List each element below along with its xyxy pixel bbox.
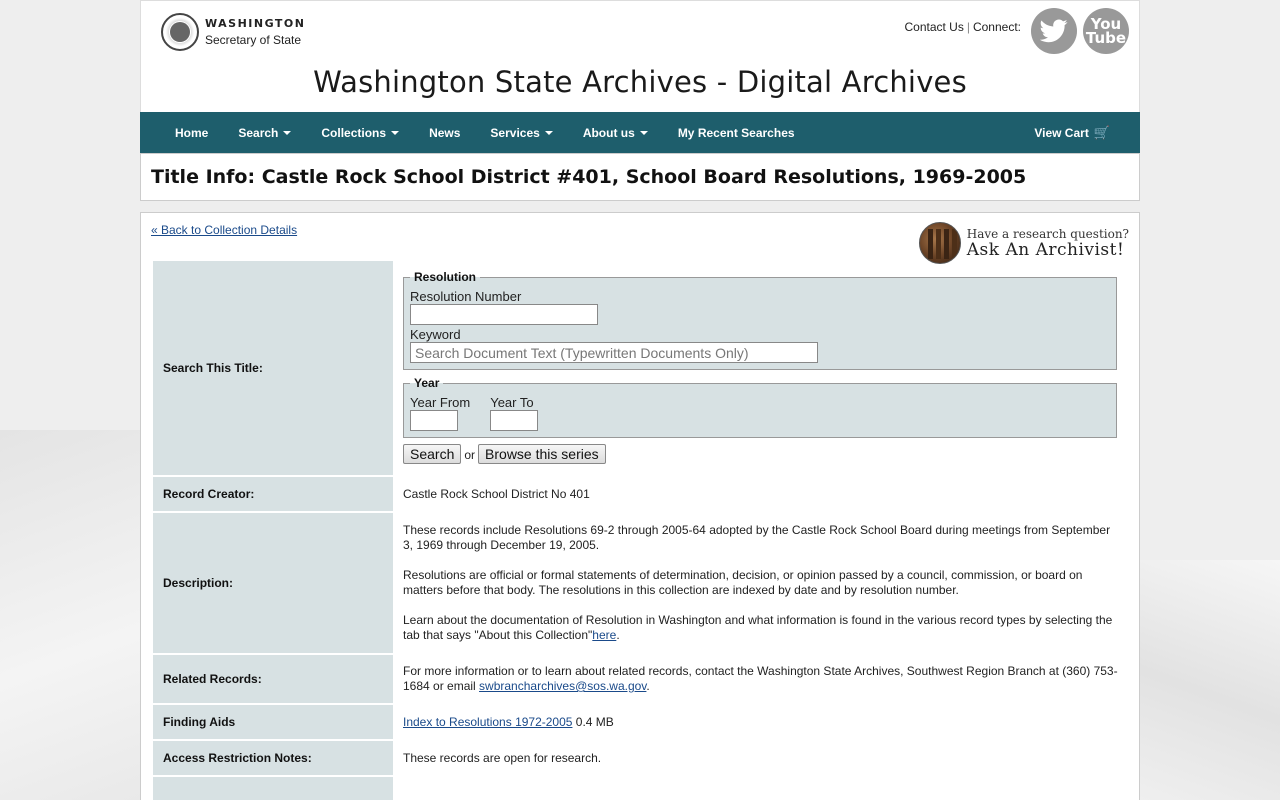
description-paragraph: Learn about the documentation of Resolut… xyxy=(403,613,1113,642)
search-label: Search This Title: xyxy=(153,261,393,475)
browse-series-button[interactable]: Browse this series xyxy=(478,444,606,464)
page-container: WASHINGTON Secretary of State Contact Us… xyxy=(140,0,1140,800)
caret-down-icon xyxy=(639,130,648,135)
description-value: These records include Resolutions 69-2 t… xyxy=(395,513,1127,653)
table-row: Record Creator: Castle Rock School Distr… xyxy=(153,477,1127,511)
archivist-question: Have a research question? xyxy=(966,226,1129,241)
table-row: Description: These records include Resol… xyxy=(153,513,1127,653)
year-fieldset: Year Year From Year To xyxy=(403,376,1117,438)
record-creator-value: Castle Rock School District No 401 xyxy=(395,477,1127,511)
title-box: Title Info: Castle Rock School District … xyxy=(140,153,1140,201)
index-resolutions-link[interactable]: Index to Resolutions 1972-2005 xyxy=(403,715,572,729)
cart-icon: 🛒 xyxy=(1093,125,1110,140)
table-row xyxy=(153,777,1127,800)
connect-label: Connect: xyxy=(972,20,1021,34)
books-icon xyxy=(918,222,961,264)
description-paragraph: Resolutions are official or formal state… xyxy=(403,568,1083,597)
logo-washington: WASHINGTON xyxy=(205,17,306,30)
keyword-label: Keyword xyxy=(410,327,461,342)
back-to-collection-link[interactable]: « Back to Collection Details xyxy=(151,223,297,237)
related-records-value: For more information or to learn about r… xyxy=(395,655,1127,703)
access-restriction-value: These records are open for research. xyxy=(395,741,1127,775)
keyword-input[interactable] xyxy=(410,342,818,363)
top-links: Contact Us | Connect: xyxy=(904,20,1021,34)
or-text: or xyxy=(464,448,476,462)
search-button[interactable]: Search xyxy=(403,444,462,464)
year-from-label: Year From xyxy=(410,395,471,410)
nav-services[interactable]: Services xyxy=(490,126,553,140)
here-link[interactable]: here xyxy=(592,628,616,642)
finding-aids-label: Finding Aids xyxy=(153,705,393,739)
access-restriction-label: Access Restriction Notes: xyxy=(153,741,393,775)
year-from-input[interactable] xyxy=(410,410,458,431)
table-row: Access Restriction Notes: These records … xyxy=(153,741,1127,775)
resolution-legend: Resolution xyxy=(414,270,476,284)
resolution-number-label: Resolution Number xyxy=(410,289,522,304)
caret-down-icon xyxy=(283,130,292,135)
resolution-fieldset: Resolution Resolution Number Keyword xyxy=(403,270,1117,370)
table-row: Search This Title: Resolution Resolution… xyxy=(153,261,1127,475)
nav-collections[interactable]: Collections xyxy=(321,126,400,140)
contact-us-link[interactable]: Contact Us xyxy=(904,20,963,34)
record-creator-label: Record Creator: xyxy=(153,477,393,511)
caret-down-icon xyxy=(544,130,553,135)
site-header: WASHINGTON Secretary of State Contact Us… xyxy=(140,0,1140,112)
main-nav: Home Search Collections News Services Ab… xyxy=(140,112,1140,153)
table-row: Related Records: For more information or… xyxy=(153,655,1127,703)
twitter-button[interactable] xyxy=(1031,8,1077,54)
youtube-button[interactable]: You Tube xyxy=(1083,8,1129,54)
youtube-icon: You Tube xyxy=(1085,15,1127,47)
nav-my-recent-searches[interactable]: My Recent Searches xyxy=(678,126,795,140)
nav-about-us[interactable]: About us xyxy=(583,126,648,140)
resolution-number-input[interactable] xyxy=(410,304,598,325)
site-title: Washington State Archives - Digital Arch… xyxy=(313,65,967,99)
archivist-ask: Ask An Archivist! xyxy=(966,239,1125,260)
nav-search[interactable]: Search xyxy=(238,126,292,140)
year-to-input[interactable] xyxy=(490,410,539,431)
background-shape xyxy=(1140,560,1280,800)
nav-news[interactable]: News xyxy=(429,126,460,140)
description-paragraph: These records include Resolutions 69-2 t… xyxy=(403,523,1111,552)
ask-an-archivist-banner[interactable]: Have a research question? Ask An Archivi… xyxy=(918,222,1129,264)
background-shape xyxy=(0,430,140,800)
title-info-table: Search This Title: Resolution Resolution… xyxy=(151,259,1129,800)
file-size: 0.4 MB xyxy=(572,714,614,729)
related-records-label: Related Records: xyxy=(153,655,393,703)
search-form: Resolution Resolution Number Keyword Yea… xyxy=(395,261,1127,475)
logo-secretary-of-state: Secretary of State xyxy=(205,33,302,47)
separator: | xyxy=(966,20,970,34)
twitter-icon xyxy=(1040,19,1068,43)
view-cart-link[interactable]: View Cart 🛒 xyxy=(1034,125,1110,141)
next-row-value xyxy=(395,777,1127,800)
year-to-label: Year To xyxy=(490,395,534,410)
state-seal-icon xyxy=(161,13,199,51)
finding-aids-value: Index to Resolutions 1972-2005 0.4 MB xyxy=(395,705,1127,739)
description-label: Description: xyxy=(153,513,393,653)
nav-home[interactable]: Home xyxy=(175,126,208,140)
table-row: Finding Aids Index to Resolutions 1972-2… xyxy=(153,705,1127,739)
next-row-label xyxy=(153,777,393,800)
caret-down-icon xyxy=(391,130,400,135)
year-legend: Year xyxy=(414,376,440,390)
sos-logo[interactable]: WASHINGTON Secretary of State xyxy=(161,13,305,51)
main-content: « Back to Collection Details Have a rese… xyxy=(140,212,1140,800)
email-link[interactable]: swbrancharchives@sos.wa.gov xyxy=(479,679,646,693)
social-links: You Tube xyxy=(1031,8,1129,54)
page-title: Title Info: Castle Rock School District … xyxy=(151,166,1027,188)
